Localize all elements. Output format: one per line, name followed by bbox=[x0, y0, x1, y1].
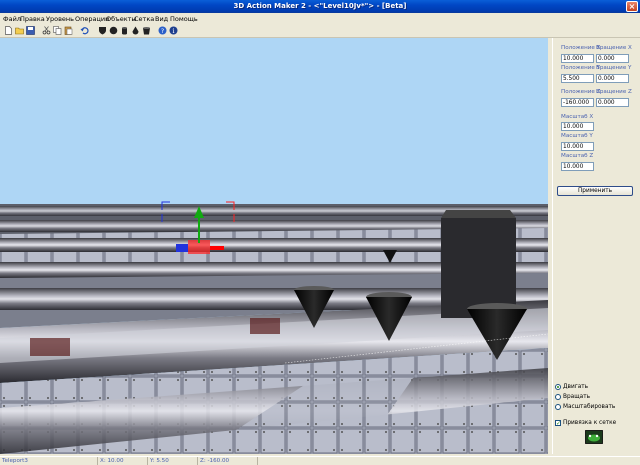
open-icon[interactable] bbox=[15, 26, 24, 35]
menu-file[interactable]: Файл bbox=[3, 15, 21, 23]
position-x-label: Положение X bbox=[561, 45, 601, 51]
menu-help[interactable]: Помощь bbox=[170, 15, 198, 23]
mode-rotate-label: Вращать bbox=[563, 394, 591, 400]
position-y-field[interactable]: 5.500 bbox=[561, 74, 594, 83]
logo-icon bbox=[585, 430, 603, 444]
properties-panel: Положение X Вращение X 10.000 0.000 Поло… bbox=[552, 38, 640, 454]
scale-x-label: Масштаб X bbox=[561, 114, 594, 120]
menu-level[interactable]: Уровень bbox=[46, 15, 74, 23]
3d-viewport[interactable] bbox=[0, 38, 548, 454]
sphere-icon[interactable] bbox=[109, 26, 118, 35]
info-icon[interactable]: i bbox=[169, 26, 178, 35]
apply-button[interactable]: Применить bbox=[557, 186, 633, 196]
window-title: 3D Action Maker 2 - <"Level10Jv*"> - [Be… bbox=[233, 2, 407, 10]
rotation-x-label: Вращение X bbox=[596, 45, 632, 51]
rotation-z-label: Вращение Z bbox=[596, 89, 632, 95]
bucket-icon[interactable] bbox=[142, 26, 151, 35]
menu-edit[interactable]: Правка bbox=[20, 15, 45, 23]
cut-icon[interactable] bbox=[42, 26, 51, 35]
menu-bar: Файл Правка Уровень Операции Объекты Сет… bbox=[0, 13, 640, 24]
menu-view[interactable]: Вид bbox=[155, 15, 168, 23]
toolbar: ? i bbox=[0, 24, 640, 38]
save-icon[interactable] bbox=[26, 26, 35, 35]
scale-z-field[interactable]: 10.000 bbox=[561, 162, 594, 171]
menu-objects[interactable]: Объекты bbox=[106, 15, 137, 23]
rotation-y-label: Вращение Y bbox=[596, 65, 632, 71]
mode-move-label: Двигать bbox=[563, 384, 589, 390]
position-z-label: Положение Z bbox=[561, 89, 601, 95]
rotation-x-field[interactable]: 0.000 bbox=[596, 54, 629, 63]
status-object: Teleport3 bbox=[0, 457, 98, 465]
close-icon[interactable]: × bbox=[626, 1, 638, 12]
position-z-field[interactable]: -160.000 bbox=[561, 98, 594, 107]
cylinder-icon[interactable] bbox=[120, 26, 129, 35]
paste-icon[interactable] bbox=[64, 26, 73, 35]
rotation-z-field[interactable]: 0.000 bbox=[596, 98, 629, 107]
scale-y-field[interactable]: 10.000 bbox=[561, 142, 594, 151]
mode-scale-label: Масштабировать bbox=[563, 404, 616, 410]
status-x: X: 10.00 bbox=[98, 457, 148, 465]
status-y: Y: 5.50 bbox=[148, 457, 198, 465]
new-icon[interactable] bbox=[4, 26, 13, 35]
title-bar: 3D Action Maker 2 - <"Level10Jv*"> - [Be… bbox=[0, 0, 640, 13]
drop-icon[interactable] bbox=[131, 26, 140, 35]
rotation-y-field[interactable]: 0.000 bbox=[596, 74, 629, 83]
scene-render[interactable] bbox=[0, 38, 548, 454]
svg-text:?: ? bbox=[161, 27, 164, 35]
mode-move-radio[interactable] bbox=[555, 384, 561, 390]
scale-y-label: Масштаб Y bbox=[561, 133, 593, 139]
snap-to-grid-label: Привязка к сетке bbox=[563, 420, 617, 426]
status-z: Z: -160.00 bbox=[198, 457, 258, 465]
menu-operations[interactable]: Операции bbox=[75, 15, 109, 23]
position-x-field[interactable]: 10.000 bbox=[561, 54, 594, 63]
status-bar: Teleport3 X: 10.00 Y: 5.50 Z: -160.00 bbox=[0, 456, 640, 465]
undo-icon[interactable] bbox=[80, 26, 89, 35]
menu-grid[interactable]: Сетка bbox=[134, 15, 154, 23]
svg-text:i: i bbox=[172, 27, 174, 35]
position-y-label: Положение Y bbox=[561, 65, 601, 71]
shield-icon[interactable] bbox=[98, 26, 107, 35]
copy-icon[interactable] bbox=[53, 26, 62, 35]
scale-z-label: Масштаб Z bbox=[561, 153, 594, 159]
mode-rotate-radio[interactable] bbox=[555, 394, 561, 400]
snap-to-grid-checkbox[interactable]: ✓ bbox=[555, 420, 561, 427]
help-icon[interactable]: ? bbox=[158, 26, 167, 35]
status-empty bbox=[258, 457, 640, 465]
scale-x-field[interactable]: 10.000 bbox=[561, 122, 594, 131]
mode-scale-radio[interactable] bbox=[555, 404, 561, 410]
